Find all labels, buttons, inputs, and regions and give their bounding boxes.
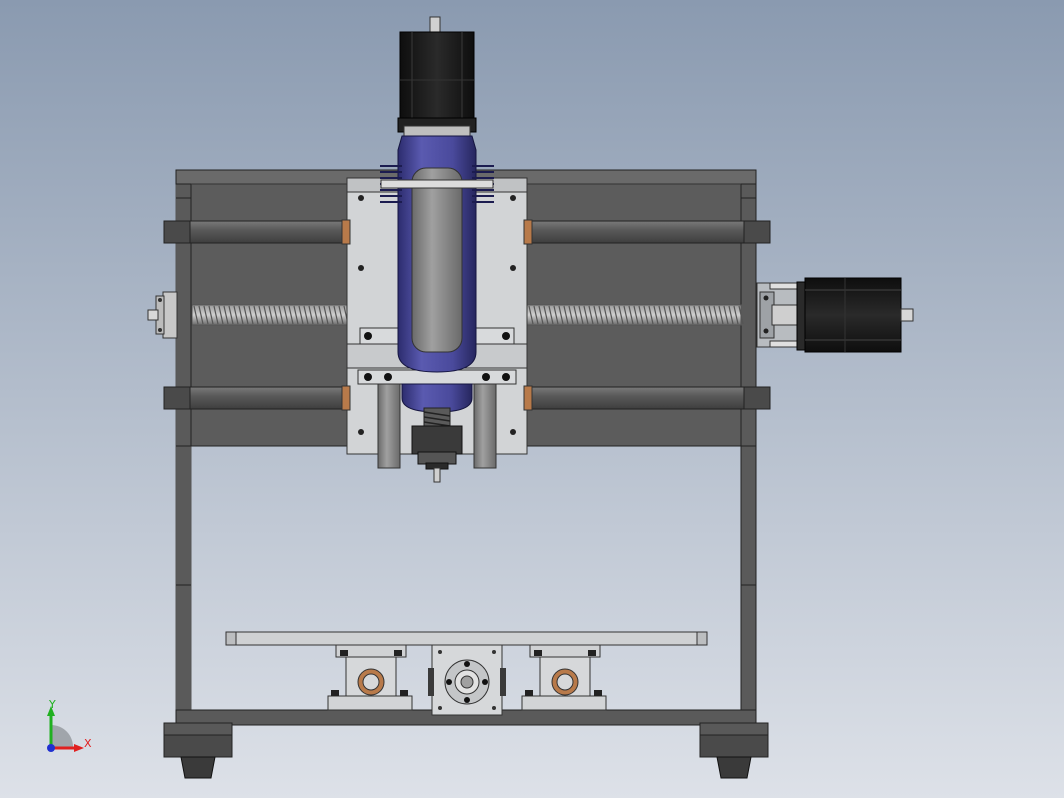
work-table <box>225 631 708 646</box>
right-frame-post <box>740 169 757 726</box>
y-screw-nut-mount <box>428 644 506 716</box>
triad-x-label: X <box>84 737 92 750</box>
x-stepper-motor <box>756 277 914 353</box>
triad-y-label: Y <box>48 698 56 711</box>
z-stepper-motor <box>397 16 477 137</box>
left-frame-post <box>175 169 192 726</box>
cad-viewport[interactable]: Y X <box>0 0 1064 798</box>
cnc-machine-drawing: Y X <box>0 0 1064 798</box>
